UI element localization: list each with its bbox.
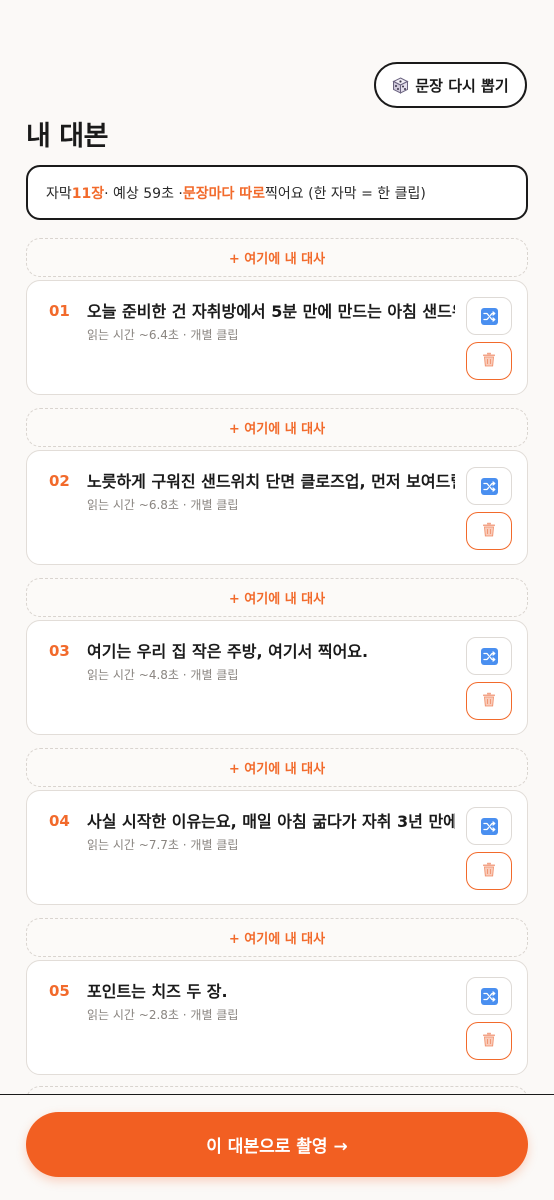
insert-line-slot[interactable]: + 여기에 내 대사: [26, 748, 528, 787]
script-line-card[interactable]: 03 여기는 우리 집 작은 주방, 여기서 찍어요. 읽는 시간 ~4.8초 · …: [26, 620, 528, 735]
trash-icon: [482, 352, 496, 371]
script-line-card[interactable]: 02 노릇하게 구워진 샌드위치 단면 클로즈업, 먼저 보여드릴게요읽는 시간 …: [26, 450, 528, 565]
shuffle-icon: [480, 307, 498, 325]
line-meta: 읽는 시간 ~4.8초 · 개별 클립: [87, 668, 239, 682]
dice-icon: [392, 76, 409, 94]
shuffle-line-button[interactable]: [466, 637, 512, 675]
delete-line-button[interactable]: [466, 682, 512, 720]
trash-icon: [482, 1032, 496, 1051]
bottom-bar: 이 대본으로 촬영 →: [0, 1094, 554, 1200]
line-text[interactable]: 오늘 준비한 건 자취방에서 5분 만에 만드는 아침 샌드위치: [87, 298, 455, 322]
line-number: 05: [49, 982, 70, 1000]
delete-line-button[interactable]: [466, 1022, 512, 1060]
line-number: 02: [49, 472, 70, 490]
script-line-card[interactable]: 05 포인트는 치즈 두 장. 읽는 시간 ~2.8초 · 개별 클립: [26, 960, 528, 1075]
line-meta: 읽는 시간 ~7.7초 · 개별 클립: [87, 838, 239, 852]
line-meta: 읽는 시간 ~6.8초 · 개별 클립: [87, 498, 239, 512]
line-meta: 읽는 시간 ~2.8초 · 개별 클립: [87, 1008, 239, 1022]
shuffle-line-button[interactable]: [466, 807, 512, 845]
line-text[interactable]: 여기는 우리 집 작은 주방, 여기서 찍어요.: [87, 638, 455, 662]
line-number: 01: [49, 302, 70, 320]
shuffle-icon: [480, 817, 498, 835]
delete-line-button[interactable]: [466, 512, 512, 550]
line-text[interactable]: 포인트는 치즈 두 장.: [87, 978, 455, 1002]
delete-line-button[interactable]: [466, 852, 512, 890]
line-text[interactable]: 노릇하게 구워진 샌드위치 단면 클로즈업, 먼저 보여드릴게요: [87, 468, 455, 492]
trash-icon: [482, 862, 496, 881]
shuffle-icon: [480, 987, 498, 1005]
summary-prefix: 자막: [46, 185, 72, 202]
shuffle-line-button[interactable]: [466, 977, 512, 1015]
line-text[interactable]: 사실 시작한 이유는요, 매일 아침 굶다가 자취 3년 만에: [87, 808, 455, 832]
delete-line-button[interactable]: [466, 342, 512, 380]
script-line-card[interactable]: 01 오늘 준비한 건 자취방에서 5분 만에 만드는 아침 샌드위치읽는 시간 …: [26, 280, 528, 395]
insert-line-slot[interactable]: + 여기에 내 대사: [26, 408, 528, 447]
script-editor-screen: 문장 다시 뽑기 내 대본 자막 11장 · 예상 59초 · 문장마다 따로 …: [0, 0, 554, 1200]
reroll-sentences-button[interactable]: 문장 다시 뽑기: [374, 62, 527, 108]
line-number: 04: [49, 812, 70, 830]
reroll-label: 문장 다시 뽑기: [415, 76, 509, 95]
shuffle-icon: [480, 647, 498, 665]
insert-line-slot[interactable]: + 여기에 내 대사: [26, 918, 528, 957]
shuffle-line-button[interactable]: [466, 297, 512, 335]
trash-icon: [482, 692, 496, 711]
summary-box: 자막 11장 · 예상 59초 · 문장마다 따로 찍어요 (한 자막 = 한 …: [26, 165, 528, 220]
insert-line-slot[interactable]: + 여기에 내 대사: [26, 238, 528, 277]
page-title: 내 대본: [26, 121, 108, 152]
summary-count: 11장: [71, 185, 105, 202]
line-number: 03: [49, 642, 70, 660]
shuffle-icon: [480, 477, 498, 495]
line-meta: 읽는 시간 ~6.4초 · 개별 클립: [87, 328, 239, 342]
summary-highlight: 문장마다 따로: [182, 185, 266, 202]
insert-line-slot[interactable]: + 여기에 내 대사: [26, 578, 528, 617]
shuffle-line-button[interactable]: [466, 467, 512, 505]
summary-suffix: 찍어요 (한 자막 = 한 클립): [265, 185, 426, 202]
shoot-with-script-button[interactable]: 이 대본으로 촬영 →: [26, 1112, 528, 1177]
trash-icon: [482, 522, 496, 541]
script-line-card[interactable]: 04 사실 시작한 이유는요, 매일 아침 굶다가 자취 3년 만에읽는 시간 ~…: [26, 790, 528, 905]
summary-middle: · 예상 59초 ·: [104, 185, 183, 202]
